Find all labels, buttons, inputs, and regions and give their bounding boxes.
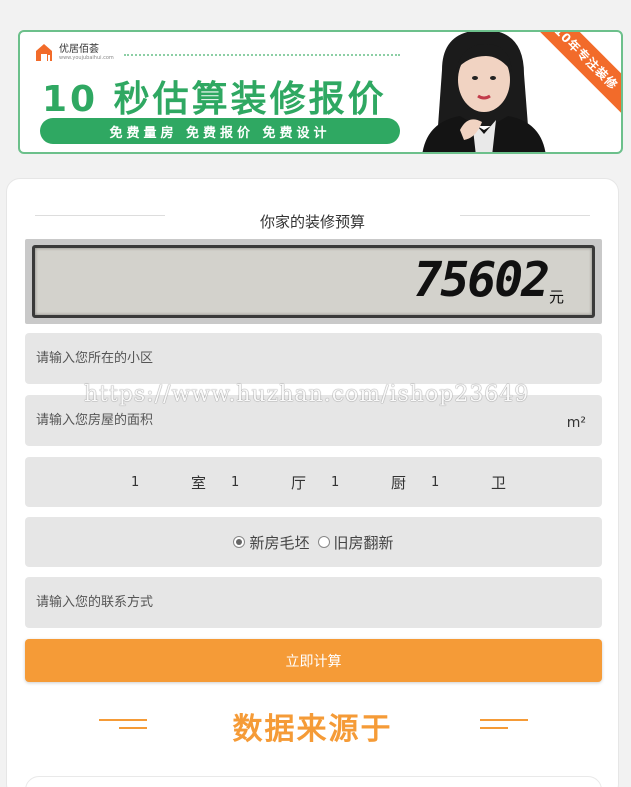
logo-url: www.youjubaihui.com <box>59 54 114 61</box>
banner-subline: 免费量房 免费报价 免费设计 <box>40 118 400 144</box>
radio-new-house-label: 新房毛坯 <box>249 533 310 552</box>
budget-calculator: 你家的装修预算 75602 元 m² 1 室 1 厅 1 厨 <box>6 178 619 787</box>
area-field[interactable]: m² <box>25 395 602 446</box>
deco-lines-right <box>480 719 528 729</box>
radio-unchecked-icon[interactable] <box>317 536 330 548</box>
living-label: 厅 <box>291 473 307 492</box>
dotted-divider <box>124 54 400 56</box>
room-kitchen[interactable]: 1 厨 <box>331 472 431 493</box>
budget-unit: 元 <box>548 288 564 306</box>
contact-input[interactable] <box>25 577 602 628</box>
house-logo-icon <box>34 42 54 62</box>
community-input[interactable] <box>25 333 602 384</box>
room-bathroom[interactable]: 1 卫 <box>431 472 531 493</box>
title-rule-right <box>460 215 590 216</box>
bathroom-count[interactable]: 1 <box>431 475 461 490</box>
kitchen-count[interactable]: 1 <box>331 475 361 490</box>
living-count[interactable]: 1 <box>231 475 261 490</box>
promo-banner[interactable]: 优居佰荟 www.youjubaihui.com 10 秒估算装修报价 免费量房… <box>18 30 623 154</box>
kitchen-label: 厨 <box>391 473 407 492</box>
radio-new-house[interactable]: 新房毛坯 <box>233 532 310 553</box>
calculate-button[interactable]: 立即计算 <box>25 639 602 682</box>
room-layout-field: 1 室 1 厅 1 厨 1 卫 <box>25 457 602 507</box>
brand-logo: 优居佰荟 www.youjubaihui.com <box>34 42 114 62</box>
budget-amount: 75602 <box>413 252 550 308</box>
bathroom-label: 卫 <box>491 473 507 492</box>
radio-checked-icon[interactable] <box>233 536 246 548</box>
consultant-portrait <box>412 32 562 152</box>
bedroom-label: 室 <box>191 473 207 492</box>
data-source-card <box>25 776 602 787</box>
community-field[interactable] <box>25 333 602 384</box>
area-input[interactable] <box>25 395 602 446</box>
bedroom-count[interactable]: 1 <box>131 475 161 490</box>
banner-headline: 10 秒估算装修报价 <box>42 79 387 120</box>
logo-text: 优居佰荟 <box>59 43 99 55</box>
area-unit: m² <box>566 415 586 431</box>
room-bedroom[interactable]: 1 室 <box>131 472 231 493</box>
room-living[interactable]: 1 厅 <box>231 472 331 493</box>
radio-old-house[interactable]: 旧房翻新 <box>317 532 394 553</box>
budget-display: 75602 元 <box>25 239 602 324</box>
radio-old-house-label: 旧房翻新 <box>333 533 394 552</box>
lcd-screen: 75602 元 <box>32 245 595 318</box>
house-type-field: 新房毛坯 旧房翻新 <box>25 517 602 567</box>
contact-field[interactable] <box>25 577 602 628</box>
